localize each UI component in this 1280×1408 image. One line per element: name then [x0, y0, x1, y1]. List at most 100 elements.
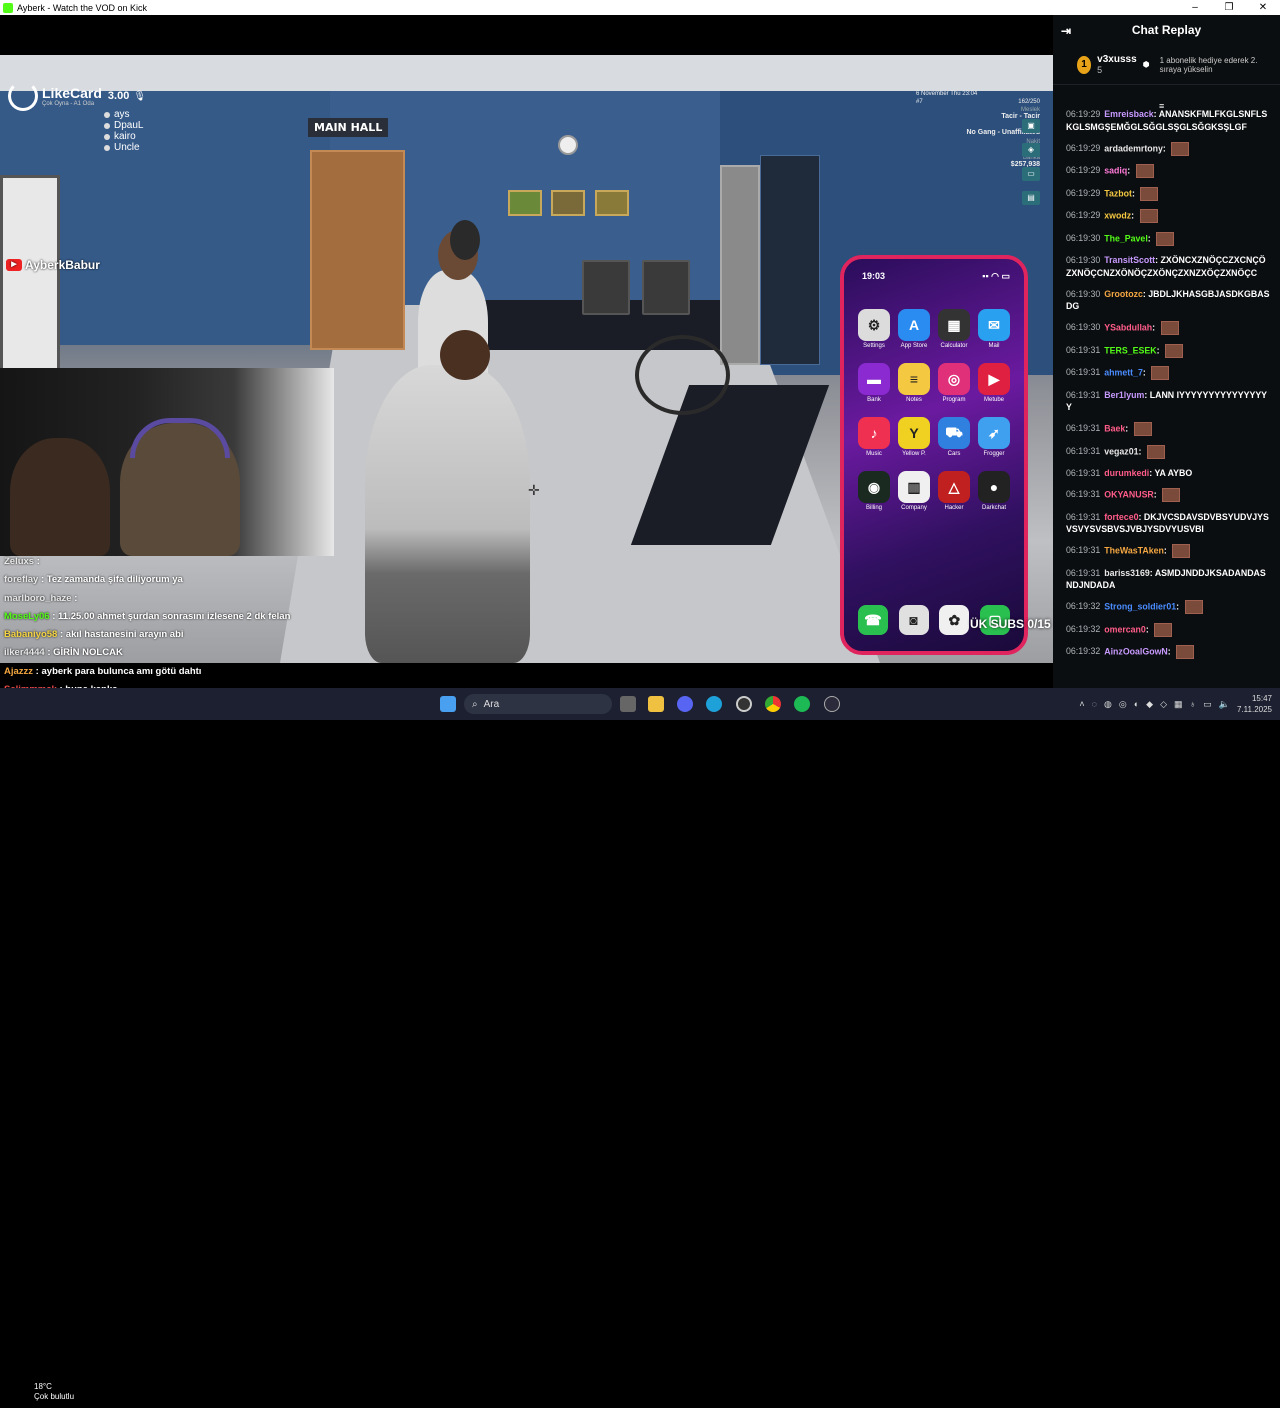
chat-username[interactable]: sadiq: [1104, 165, 1127, 175]
start-menu-icon[interactable]: [440, 696, 456, 712]
chevron-up-icon[interactable]: ˄: [1079, 699, 1084, 709]
phone-app-yellow-p-[interactable]: Y Yellow P.: [894, 417, 934, 457]
phone-app-app-store[interactable]: A App Store: [894, 309, 934, 349]
emote-icon: [1160, 321, 1179, 335]
edge-icon[interactable]: [706, 696, 722, 712]
separator: :: [1138, 445, 1144, 456]
chat-username[interactable]: durumkedi: [1104, 468, 1149, 478]
phone-app-music[interactable]: ♪ Music: [854, 417, 894, 457]
wall-clock-icon: [558, 135, 578, 155]
chat-username[interactable]: vegaz01: [1104, 446, 1138, 456]
emote-icon: [1140, 186, 1159, 201]
stream-chat-line: foreflay : Tez zamanda şifa diliyorum ya: [0, 571, 340, 589]
display-icon[interactable]: ▭: [1203, 699, 1212, 710]
chat-username[interactable]: omercan0: [1104, 624, 1146, 634]
chat-timestamp: 06:19:30: [1066, 322, 1101, 333]
chat-username[interactable]: ahmett_7: [1104, 367, 1143, 377]
emote-icon: [1162, 488, 1181, 502]
network-icon[interactable]: ▦: [1174, 699, 1183, 710]
phone-app-settings[interactable]: ⚙ Settings: [854, 309, 894, 349]
chat-username[interactable]: TERS_ESEK: [1104, 345, 1156, 355]
chat-username[interactable]: bariss3169: [1104, 568, 1150, 578]
chat-username[interactable]: TheWasTAken: [1104, 545, 1164, 555]
chat-username[interactable]: Emreisback: [1104, 109, 1153, 119]
in-game-phone[interactable]: 19:03 ▪▪ ◠ ▭ ⚙ Settings A App Store ▦ Calcula…: [840, 255, 1028, 655]
dock-app-icon[interactable]: ☎: [858, 605, 888, 635]
phone-app-cars[interactable]: ⛟ Cars: [934, 417, 974, 457]
chat-message: 06:19:30 TransitScott: ZXÖNCXZNÖÇCZXCNÇÖZ…: [1066, 254, 1270, 279]
phone-app-company[interactable]: ▥ Company: [894, 471, 934, 511]
voice-player-name: kairo: [114, 131, 136, 142]
app-icon: ✉: [978, 309, 1010, 341]
phone-app-metube[interactable]: ▶ Metube: [974, 363, 1014, 403]
maximize-button[interactable]: ❐: [1212, 0, 1246, 15]
chat-timestamp: 06:19:31: [1066, 389, 1101, 400]
phone-app-program[interactable]: ◎ Program: [934, 363, 974, 403]
file-explorer-icon[interactable]: [648, 696, 664, 712]
phone-app-mail[interactable]: ✉ Mail: [974, 309, 1014, 349]
stream-chat-line: MoseLy06 : 11.25.00 ahmet şurdan sonrası…: [0, 608, 340, 626]
chat-username[interactable]: fortece0: [1104, 512, 1138, 522]
chat-username[interactable]: YSabdullah: [1104, 322, 1152, 332]
chat-username[interactable]: The_Pavel: [1104, 233, 1148, 243]
chat-username[interactable]: AinzOoalGowN: [1104, 646, 1168, 656]
stream-chat-text: GİRİN NOLCAK: [53, 647, 123, 659]
phone-app-frogger[interactable]: ➶ Frogger: [974, 417, 1014, 457]
phone-app-billing[interactable]: ◉ Billing: [854, 471, 894, 511]
tray-icon[interactable]: ◍: [1104, 699, 1112, 710]
tray-icon[interactable]: ◌: [1092, 699, 1097, 709]
task-view-icon[interactable]: [620, 696, 636, 712]
steam-icon[interactable]: ◐: [1134, 699, 1139, 709]
chat-message: 06:19:30 Grootozc: JBDLJKHASGBJASDKGBASDG: [1066, 288, 1270, 313]
video-player[interactable]: MAIN HALL ✛ LikeCard Çok Oyna - A1 Oda 3…: [0, 15, 1053, 688]
search-placeholder: Ara: [483, 698, 500, 710]
chat-timestamp: 06:19:30: [1066, 288, 1101, 299]
microphone-icon[interactable]: ♁: [1190, 699, 1197, 709]
phone-app-notes[interactable]: ≡ Notes: [894, 363, 934, 403]
app-icon: ▦: [938, 309, 970, 341]
chat-username[interactable]: TransitScott: [1104, 255, 1155, 265]
tray-icon[interactable]: ◆: [1146, 699, 1153, 710]
taskbar-clock[interactable]: 15:47 7.11.2025: [1237, 693, 1272, 715]
stream-chat-line: ilker4444 : GİRİN NOLCAK: [0, 644, 340, 662]
dock-app-icon[interactable]: ✿: [939, 605, 970, 635]
chat-username[interactable]: OKYANUSR: [1104, 489, 1154, 499]
discord-icon[interactable]: [677, 696, 693, 712]
chat-username[interactable]: ardademrtony: [1104, 143, 1163, 153]
obs-icon[interactable]: [736, 696, 752, 712]
chat-username[interactable]: Ber1lyum: [1104, 390, 1144, 400]
tray-icon[interactable]: ◇: [1160, 699, 1167, 710]
collapse-chat-icon[interactable]: ⇥: [1061, 24, 1071, 38]
chrome-icon[interactable]: [765, 696, 781, 712]
chat-username[interactable]: Baek: [1104, 423, 1125, 433]
phone-app-bank[interactable]: ▬ Bank: [854, 363, 894, 403]
dock-app-icon[interactable]: ◙: [898, 605, 929, 635]
rank-medal-icon: 1: [1077, 55, 1092, 74]
voice-player: Uncle: [104, 142, 143, 153]
spotify-icon[interactable]: [794, 696, 810, 712]
emote-icon: [1139, 209, 1158, 223]
phone-app-darkchat[interactable]: ● Darkchat: [974, 471, 1014, 511]
close-button[interactable]: ✕: [1246, 0, 1280, 15]
separator: :: [1131, 187, 1138, 198]
tray-icon[interactable]: ◎: [1119, 699, 1127, 710]
weather-widget[interactable]: 18°C Çok bulutlu: [0, 1380, 80, 1408]
minimize-button[interactable]: –: [1178, 0, 1212, 15]
separator: :: [1153, 489, 1160, 500]
taskbar-search[interactable]: ⌕ Ara: [464, 694, 612, 714]
chat-username[interactable]: Strong_soldier01: [1104, 601, 1176, 611]
speaker-icon[interactable]: 🔈: [1219, 699, 1230, 710]
stream-chat-text: 11.25.00 ahmet şurdan sonrasını izlesene…: [58, 610, 291, 622]
chat-username[interactable]: Tazbot: [1104, 188, 1132, 198]
phone-app-hacker[interactable]: △ Hacker: [934, 471, 974, 511]
chat-timestamp: 06:19:32: [1066, 623, 1101, 634]
chat-timestamp: 06:19:31: [1066, 567, 1101, 578]
chat-username[interactable]: xwodz: [1104, 210, 1131, 220]
app-icon[interactable]: [824, 696, 840, 712]
phone-app-calculator[interactable]: ▦ Calculator: [934, 309, 974, 349]
chat-message: 06:19:31 fortece0: DKJVCSDAVSDVBSYUDVJYSV…: [1066, 511, 1270, 536]
youtube-channel-name: AyberkBabur: [25, 258, 100, 272]
chat-username[interactable]: Grootozc: [1104, 289, 1143, 299]
chat-timestamp: 06:19:30: [1066, 255, 1101, 265]
gift-leaderboard[interactable]: 1 v3xusss 5 ⬢ 1 abonelik hediye ederek 2…: [1053, 45, 1280, 85]
